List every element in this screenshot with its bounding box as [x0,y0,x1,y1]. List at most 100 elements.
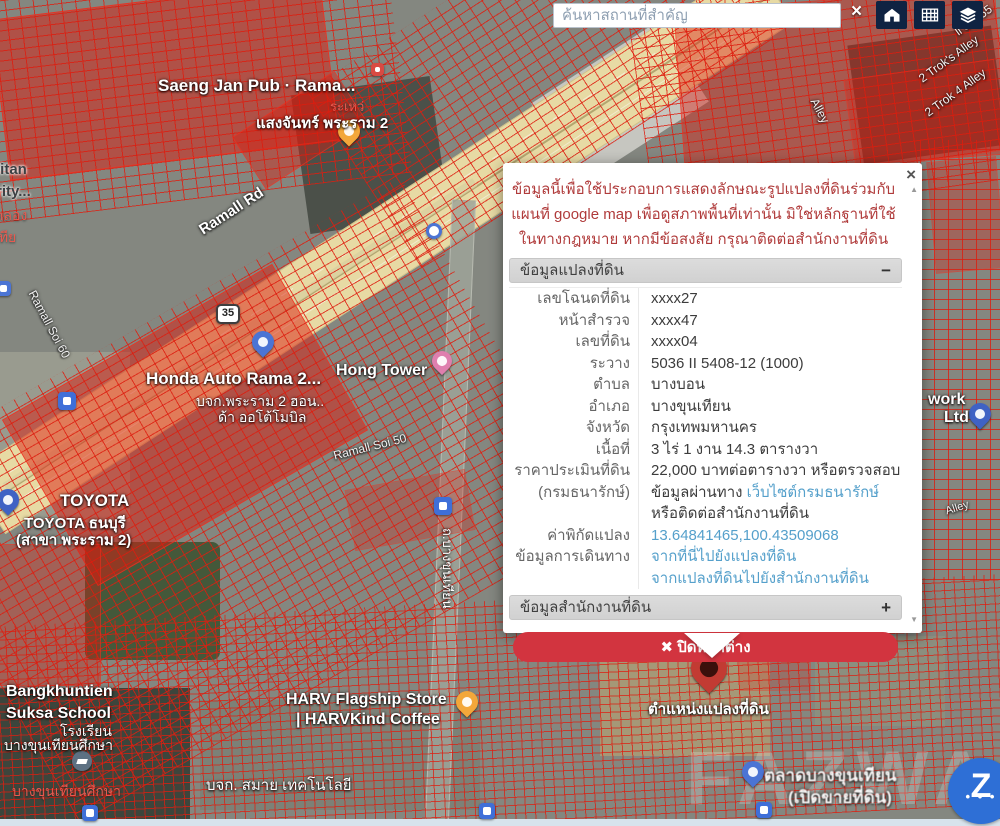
section-header-parcel[interactable]: ข้อมูลแปลงที่ดิน − [509,258,902,283]
field-label: เนื้อที่ [509,439,639,461]
map-label: Saeng Jan Pub · Rama... [158,76,355,96]
map-label: (เปิดขายที่ดิน) [788,784,892,811]
section-title: ข้อมูลแปลงที่ดิน [520,262,624,279]
section-header-office[interactable]: ข้อมูลสำนักงานที่ดิน + [509,595,902,620]
transit-icon[interactable] [82,805,98,821]
map-label: แสงจันทร์ พระราม 2 [256,111,388,135]
coffee-pin[interactable] [456,691,478,713]
field-label: ข้อมูลการเดินทาง [509,546,639,589]
field-row: ราคาประเมินที่ดิน(กรมธนารักษ์)22,000 บาท… [509,460,902,525]
field-label: จังหวัด [509,417,639,439]
route-35-shield: 35 [216,304,240,324]
map-label: Ltd [944,409,969,427]
field-text: xxxx47 [651,312,698,329]
map-label: บางขุนเทียนศึกษา [4,735,113,757]
field-value: จากที่นี่ไปยังแปลงที่ดินจากแปลงที่ดินไปย… [639,546,902,589]
field-row: ระวาง 5036 II 5408-12 (1000) [509,353,902,375]
route-parcel-to-office-link[interactable]: จากแปลงที่ดินไปยังสำนักงานที่ดิน [651,570,869,587]
field-label: ค่าพิกัดแปลง [509,525,639,547]
field-value: xxxx47 [639,310,902,332]
field-row: เนื้อที่ 3 ไร่ 1 งาน 14.3 ตารางวา [509,439,902,461]
map-label: work [928,391,965,409]
field-value: กรุงเทพมหานคร [639,417,902,439]
transit-icon[interactable] [479,803,495,819]
flag-pin[interactable] [969,403,991,425]
route-2-icon[interactable] [0,281,11,296]
close-window-icon: ✖ [660,639,673,656]
field-row: หน้าสำรวจxxxx47 [509,310,902,332]
coffee-pin-shape [451,686,482,717]
map-label: | HARVKind Coffee [296,711,440,729]
field-value: บางขุนเทียน [639,396,902,418]
info-popup: × ▲ ▼ ข้อมูลนี้เพื่อใช้ประกอบการแสดงลักษ… [503,163,922,633]
treasury-website-link[interactable]: เว็บไซต์กรมธนารักษ์ [747,484,879,501]
shopping-pin-shape [247,326,278,357]
toyota-pin[interactable] [0,489,19,511]
field-text: หรือติดต่อสำนักงานที่ดิน [651,505,809,522]
field-value: 22,000 บาทต่อตารางวา หรือตรวจสอบข้อมูลผ่… [639,460,902,525]
grid-icon [920,5,940,25]
map-label: บางขุนเทียนศึกษา [12,781,121,803]
map-label: Ramall Soi 60 [26,288,73,361]
map-label: rity... [0,183,31,200]
search-input[interactable] [553,3,841,28]
map-label: TOYOTA [60,491,129,511]
transit-stop-icon[interactable] [426,223,442,239]
field-value: 5036 II 5408-12 (1000) [639,353,902,375]
hong-tower-pin[interactable] [432,351,452,371]
parcel-fill [0,545,100,685]
map-label: Hong Tower [336,362,427,380]
field-value: 13.64841465,100.43509068 [639,525,902,547]
collapse-icon: − [881,259,891,282]
flag-pin-shape [964,398,995,429]
field-text: xxxx27 [651,290,698,307]
grid-button[interactable] [914,1,945,29]
field-label: ราคาประเมินที่ดิน(กรมธนารักษ์) [509,460,639,525]
field-text: 3 ไร่ 1 งาน 14.3 ตารางวา [651,441,818,458]
field-row: จังหวัด กรุงเทพมหานคร [509,417,902,439]
map-label: ตำแหน่งแปลงที่ดิน [648,697,769,721]
map-label: เทีย [0,227,16,249]
map-label: บจก. สมาย เทคโนโลยี [206,773,352,797]
field-label: ระวาง [509,353,639,375]
section-title: ข้อมูลสำนักงานที่ดิน [520,599,651,616]
small-red-marker[interactable] [371,63,384,76]
disclaimer-text: ข้อมูลนี้เพื่อใช้ประกอบการแสดงลักษณะรูปแ… [511,177,896,252]
map-label: ด้า ออโต้โมบิล [218,407,306,429]
field-value: 3 ไร่ 1 งาน 14.3 ตารางวา [639,439,902,461]
parcel-fill [927,157,1000,273]
map-label: litan [0,161,27,178]
field-text: 5036 II 5408-12 (1000) [651,355,804,372]
transit-icon[interactable] [434,497,452,515]
layers-button[interactable] [952,1,983,29]
scroll-up-icon[interactable]: ▲ [910,185,918,194]
clear-search-icon[interactable]: × [851,1,862,23]
field-row: เลขที่ดินxxxx04 [509,331,902,353]
popup-close-icon[interactable]: × [906,165,916,185]
field-row: เลขโฉนดที่ดินxxxx27 [509,288,902,310]
field-text: กรุงเทพมหานคร [651,419,757,436]
map-label: ถ.บางขุนเทียน [437,528,458,609]
watermark-logo-dots: • • • [948,792,1000,802]
map-label: Bangkhuntien [6,683,113,701]
field-value: xxxx27 [639,288,902,310]
field-row: อำเภอบางขุนเทียน [509,396,902,418]
field-text: xxxx04 [651,333,698,350]
field-text: บางบอน [651,376,705,393]
home-button[interactable] [876,1,907,29]
shopping-pin[interactable] [252,331,274,353]
field-label: อำเภอ [509,396,639,418]
transit-icon[interactable] [756,802,772,818]
expand-icon: + [881,596,891,619]
field-row: ตำบลบางบอน [509,374,902,396]
map-label: คลอง [0,205,27,227]
scroll-down-icon[interactable]: ▼ [910,615,918,624]
parcel-coordinates-link[interactable]: 13.64841465,100.43509068 [651,527,839,544]
map-label: Honda Auto Rama 2... [146,369,321,389]
field-row: ข้อมูลการเดินทางจากที่นี่ไปยังแปลงที่ดิน… [509,546,902,589]
shopping-pin[interactable] [742,761,764,783]
route-here-to-parcel-link[interactable]: จากที่นี่ไปยังแปลงที่ดิน [651,548,796,565]
field-value: บางบอน [639,374,902,396]
transit-icon[interactable] [58,392,76,410]
map-label: (สาขา พระราม 2) [16,528,131,552]
